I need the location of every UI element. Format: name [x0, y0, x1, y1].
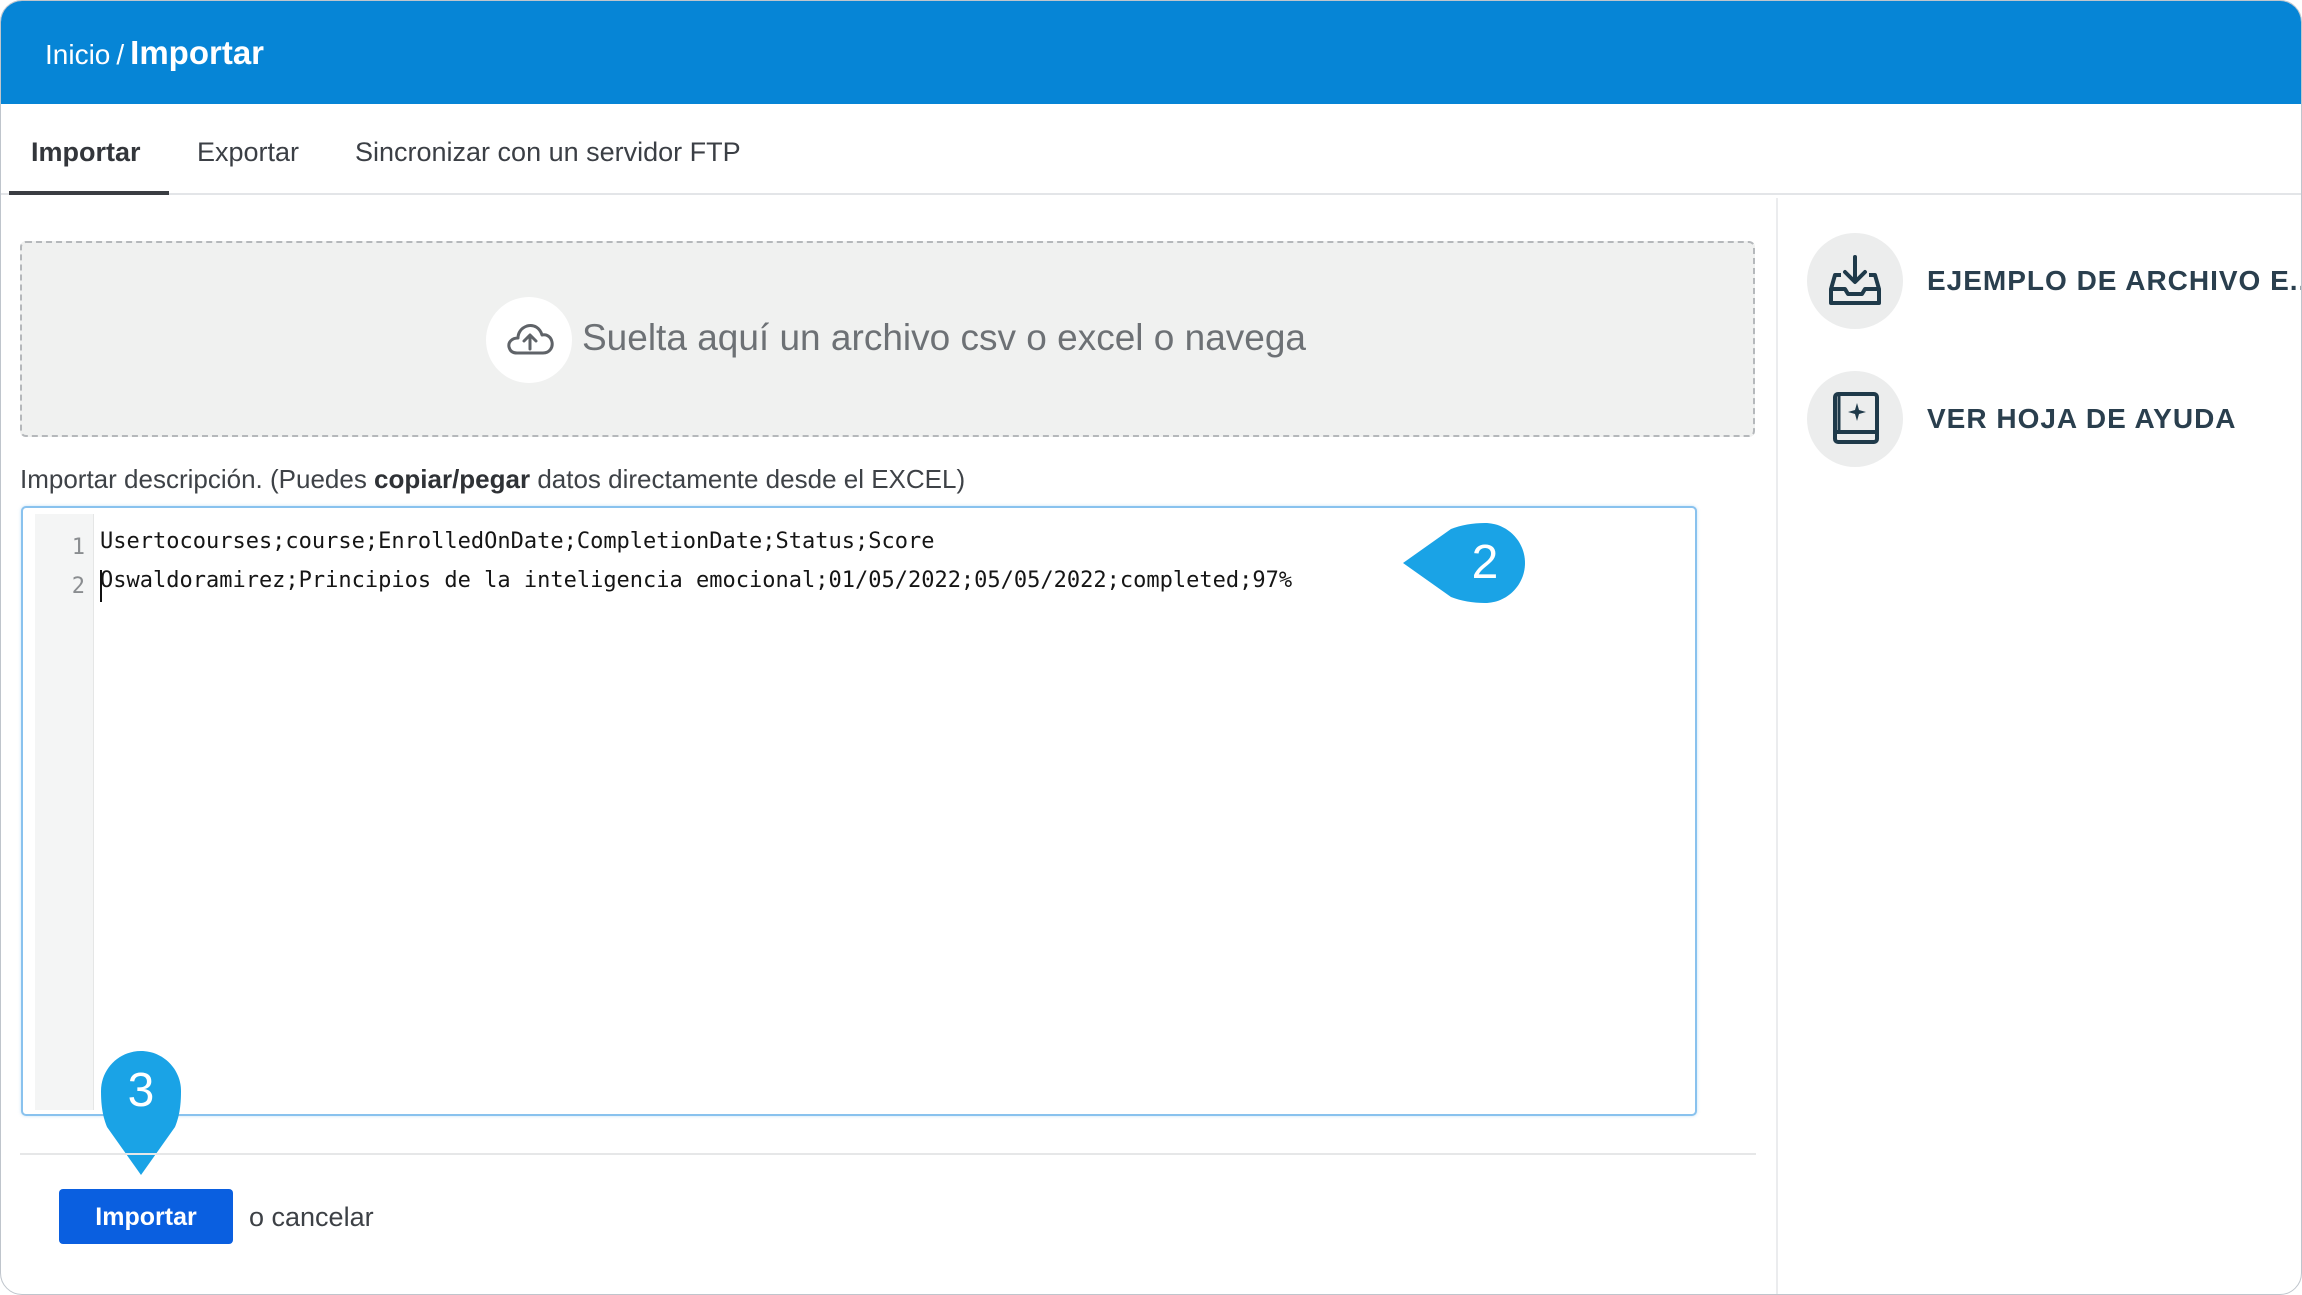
description-bold: copiar/pegar	[374, 464, 531, 494]
editor-line[interactable]: Usertocourses;course;EnrolledOnDate;Comp…	[100, 529, 934, 554]
help-sheet-label: VER HOJA DE AYUDA	[1927, 403, 2237, 434]
tab-bar: Importar Exportar Sincronizar con un ser…	[1, 104, 2301, 195]
tab-exportar[interactable]: Exportar	[197, 104, 299, 193]
footer-divider	[20, 1153, 1756, 1155]
top-header-bar: Inicio / Importar	[1, 1, 2301, 104]
description-suffix: datos directamente desde el EXCEL)	[530, 464, 966, 494]
breadcrumb: Inicio / Importar	[45, 31, 264, 77]
description-prefix: Importar descripción. (Puedes	[20, 464, 375, 494]
tab-sincronizar-ftp[interactable]: Sincronizar con un servidor FTP	[355, 104, 741, 193]
line-number: 1	[71, 535, 85, 560]
import-page: Inicio / Importar Importar Exportar Sincro…	[0, 0, 2302, 1295]
help-sheet-link[interactable]: VER HOJA DE AYUDA	[1807, 371, 2287, 467]
upload-icon-circle	[486, 297, 572, 383]
step-3-callout: 3	[101, 1051, 181, 1175]
line-number-gutter: 1 2	[35, 514, 94, 1110]
right-panel-divider	[1776, 198, 1778, 1294]
download-icon-circle	[1807, 233, 1903, 329]
callout-number: 3	[127, 1064, 155, 1117]
tab-importar[interactable]: Importar	[9, 104, 169, 195]
text-cursor	[100, 570, 102, 602]
dropzone-text: Suelta aquí un archivo csv o excel o nav…	[582, 317, 1307, 358]
callout-number: 2	[1471, 536, 1499, 589]
help-book-icon	[1833, 392, 1879, 444]
download-example-link[interactable]: EJEMPLO DE ARCHIVO E...	[1807, 233, 2301, 329]
cancel-link[interactable]: o cancelar	[249, 1197, 374, 1237]
import-button[interactable]: Importar	[59, 1189, 233, 1244]
file-dropzone[interactable]: Suelta aquí un archivo csv o excel o nav…	[20, 241, 1755, 437]
download-example-label: EJEMPLO DE ARCHIVO E...	[1927, 265, 2302, 296]
breadcrumb-home-link[interactable]: Inicio	[45, 39, 110, 70]
import-description: Importar descripción. (Puedes copiar/peg…	[20, 461, 965, 497]
download-tray-icon	[1829, 255, 1881, 305]
cloud-upload-icon	[507, 324, 554, 355]
help-icon-circle	[1807, 371, 1903, 467]
editor-line[interactable]: Oswaldoramirez;Principios de la intelige…	[100, 568, 1292, 593]
breadcrumb-separator: /	[116, 39, 125, 70]
line-number: 2	[71, 574, 85, 599]
step-2-callout: 2	[1403, 523, 1527, 603]
breadcrumb-current: Importar	[130, 34, 265, 71]
